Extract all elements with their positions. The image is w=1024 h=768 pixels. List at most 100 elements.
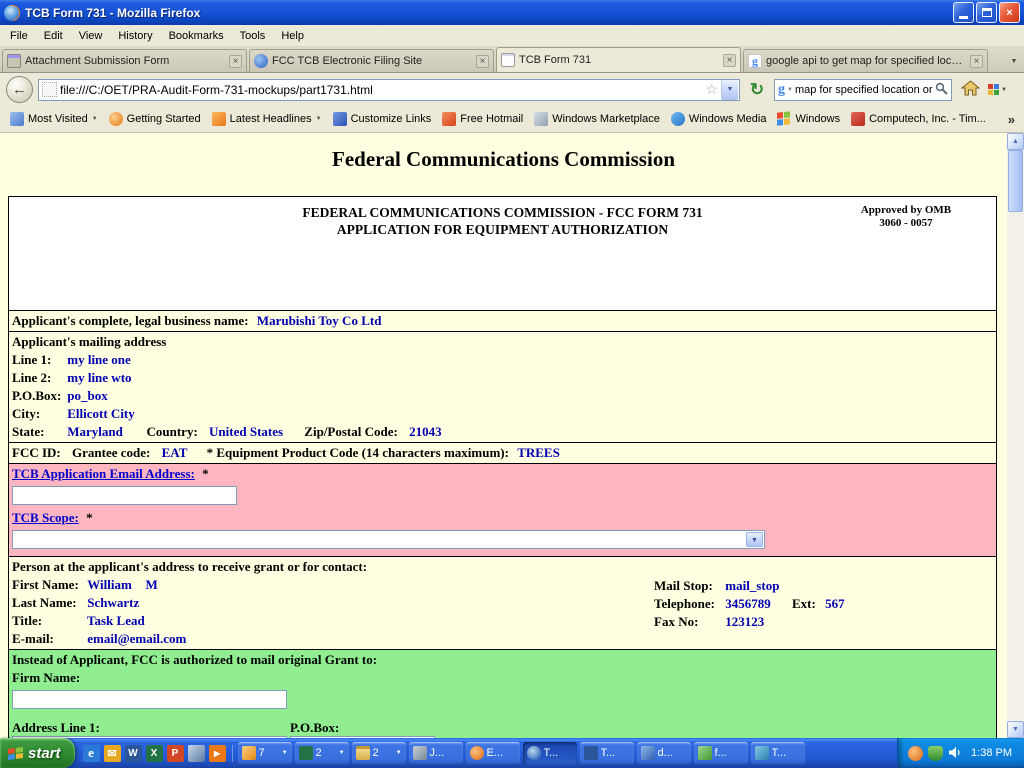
grant-mailing-section: Instead of Applicant, FCC is authorized … — [9, 649, 996, 738]
engine-dropdown-icon[interactable]: ▼ — [787, 87, 793, 93]
powerpoint-icon[interactable]: P — [167, 745, 184, 762]
tab-close-icon[interactable]: × — [476, 55, 489, 68]
taskbar-button-group-explorer[interactable]: 2 ▼ — [352, 742, 406, 765]
minimize-button[interactable] — [953, 2, 974, 23]
url-input[interactable] — [60, 81, 702, 99]
bookmark-label: Customize Links — [351, 113, 432, 125]
security-shield-icon[interactable] — [928, 746, 943, 761]
show-desktop-icon[interactable] — [188, 745, 205, 762]
bookmark-windows-marketplace[interactable]: Windows Marketplace — [529, 110, 665, 128]
chevron-down-icon: ▼ — [1001, 87, 1007, 93]
volume-icon[interactable] — [948, 746, 963, 761]
tab-google-api-map[interactable]: g google api to get map for specified lo… — [743, 49, 988, 72]
required-asterisk: * — [86, 510, 93, 525]
media-player-icon[interactable]: ▶ — [209, 745, 226, 762]
firm-name-input[interactable] — [12, 690, 287, 709]
taskbar-clock[interactable]: 1:38 PM — [971, 747, 1012, 759]
excel-icon[interactable]: X — [146, 745, 163, 762]
tab-fcc-tcb-filing-site[interactable]: FCC TCB Electronic Filing Site × — [249, 49, 494, 72]
mail-glyph: ✉ — [107, 747, 116, 760]
extension-button[interactable]: ▼ — [988, 78, 1018, 102]
google-engine-icon[interactable]: g — [778, 82, 785, 98]
taskbar-button-f[interactable]: f... — [694, 742, 748, 765]
home-button[interactable] — [957, 77, 983, 103]
menu-help[interactable]: Help — [273, 27, 312, 45]
bookmark-customize-links[interactable]: Customize Links — [328, 110, 437, 128]
tcb-scope-label[interactable]: TCB Scope: — [12, 510, 79, 525]
middle-initial-value: M — [146, 577, 158, 592]
line1-label: Line 1: — [12, 351, 64, 369]
start-button[interactable]: start — [0, 738, 75, 768]
bookmarks-overflow-button[interactable]: » — [1004, 112, 1019, 127]
close-button[interactable]: × — [999, 2, 1020, 23]
menu-view[interactable]: View — [71, 27, 111, 45]
vertical-scrollbar[interactable]: ▲ ▼ — [1007, 133, 1024, 738]
tab-close-icon[interactable]: × — [970, 55, 983, 68]
taskbar-button-t[interactable]: T... — [751, 742, 805, 765]
back-button[interactable]: ← — [6, 76, 33, 103]
taskbar-button-j[interactable]: J... — [409, 742, 463, 765]
last-name-value: Schwartz — [87, 595, 139, 610]
taskbar-button-word[interactable]: T... — [580, 742, 634, 765]
scrollbar-thumb[interactable] — [1008, 150, 1023, 212]
tcb-email-input[interactable] — [12, 486, 237, 505]
scroll-up-button[interactable]: ▲ — [1007, 133, 1024, 150]
menu-bookmarks[interactable]: Bookmarks — [161, 27, 232, 45]
navigation-toolbar: ← ☆ ▼ ↻ g ▼ ▼ — [0, 73, 1024, 106]
scrollbar-track[interactable] — [1007, 150, 1024, 721]
mailing-address-section: Applicant's mailing address Line 1: my l… — [9, 331, 996, 442]
search-box[interactable]: g ▼ — [774, 79, 952, 101]
taskbar-button-group-1[interactable]: 7 ▼ — [238, 742, 292, 765]
state-label: State: — [12, 423, 64, 441]
scroll-down-button[interactable]: ▼ — [1007, 721, 1024, 738]
home-icon — [961, 80, 980, 99]
tab-label: google api to get map for specified loca… — [766, 55, 966, 67]
email-icon[interactable]: ✉ — [104, 745, 121, 762]
taskbar-button-label: E... — [487, 747, 504, 759]
bookmark-latest-headlines[interactable]: Latest Headlines ▼ — [207, 110, 327, 128]
reload-button[interactable]: ↻ — [745, 78, 769, 102]
contact-header: Person at the applicant's address to rec… — [12, 558, 993, 576]
bookmark-free-hotmail[interactable]: Free Hotmail — [437, 110, 528, 128]
page-icon — [501, 53, 515, 67]
search-magnifier-icon[interactable] — [935, 82, 948, 98]
menu-tools[interactable]: Tools — [232, 27, 274, 45]
taskbar: start e ✉ W X P ▶ 7 ▼ 2 ▼ 2 — [0, 738, 1024, 768]
bookmark-label: Getting Started — [127, 113, 201, 125]
taskbar-button-e[interactable]: E... — [466, 742, 520, 765]
bookmark-getting-started[interactable]: Getting Started — [104, 110, 206, 128]
bookmark-windows-media[interactable]: Windows Media — [666, 110, 772, 128]
search-input[interactable] — [795, 81, 933, 99]
tcb-scope-select[interactable]: ▼ — [12, 530, 765, 549]
tab-tcb-form-731[interactable]: TCB Form 731 × — [496, 47, 741, 72]
bookmark-star-icon[interactable]: ☆ — [705, 81, 718, 98]
minimize-icon — [959, 16, 968, 19]
taskbar-button-d[interactable]: d... — [637, 742, 691, 765]
menu-file[interactable]: File — [2, 27, 36, 45]
menu-edit[interactable]: Edit — [36, 27, 71, 45]
close-icon: × — [1006, 7, 1012, 19]
maximize-button[interactable] — [976, 2, 997, 23]
firefox-logo-icon — [4, 5, 20, 21]
excel-icon — [299, 746, 313, 760]
tab-close-icon[interactable]: × — [229, 55, 242, 68]
tab-attachment-submission-form[interactable]: Attachment Submission Form × — [2, 49, 247, 72]
bookmark-computech[interactable]: Computech, Inc. - Tim... — [846, 110, 991, 128]
taskbar-button-firefox-active[interactable]: T... — [523, 742, 577, 765]
tcb-email-label[interactable]: TCB Application Email Address: — [12, 466, 195, 481]
app-icon — [242, 746, 256, 760]
list-all-tabs-button[interactable]: ▼ — [1004, 50, 1024, 72]
taskbar-button-group-excel[interactable]: 2 ▼ — [295, 742, 349, 765]
word-icon[interactable]: W — [125, 745, 142, 762]
firefox-tray-icon[interactable] — [908, 746, 923, 761]
menu-history[interactable]: History — [110, 27, 160, 45]
location-bar[interactable]: ☆ ▼ — [38, 79, 740, 101]
bookmark-windows[interactable]: Windows — [772, 110, 845, 128]
app-icon — [755, 746, 769, 760]
bookmark-most-visited[interactable]: Most Visited ▼ — [5, 110, 103, 128]
url-dropdown-button[interactable]: ▼ — [721, 80, 738, 100]
tab-close-icon[interactable]: × — [723, 54, 736, 67]
taskbar-button-label: 2 — [373, 747, 379, 759]
window-titlebar[interactable]: TCB Form 731 - Mozilla Firefox × — [0, 0, 1024, 25]
internet-explorer-icon[interactable]: e — [83, 745, 100, 762]
